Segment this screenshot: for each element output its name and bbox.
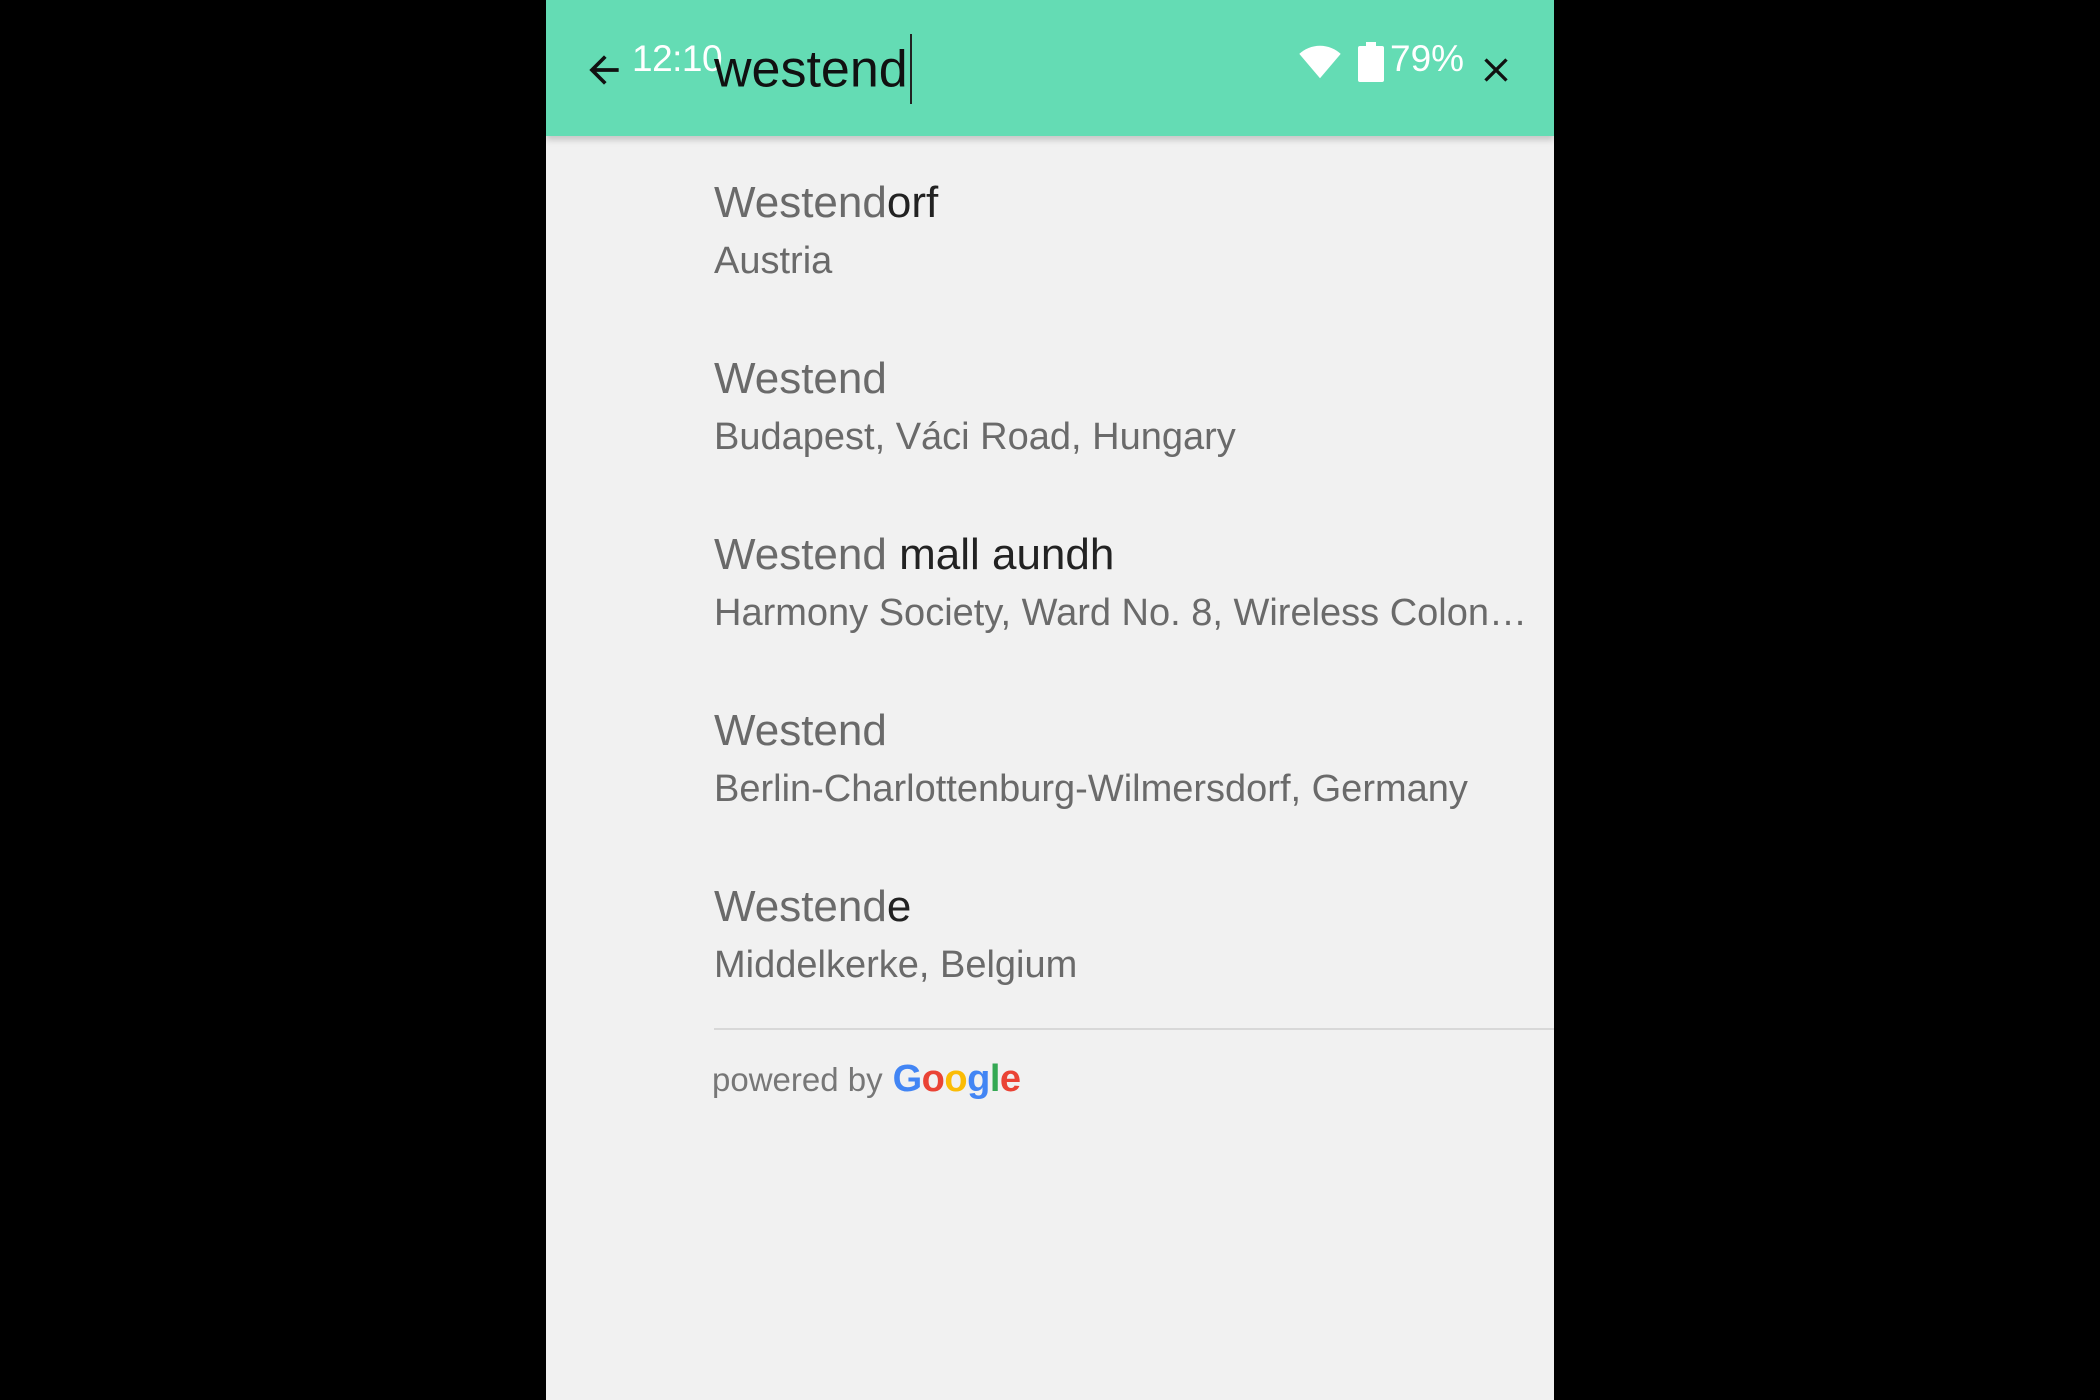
back-button[interactable]	[578, 44, 630, 96]
result-name: Westendorf	[714, 178, 938, 228]
clear-search-button[interactable]	[1470, 44, 1522, 96]
result-address: Harmony Society, Ward No. 8, Wireless Co…	[714, 592, 1528, 634]
google-letter: e	[999, 1058, 1021, 1100]
wifi-icon	[1299, 45, 1341, 79]
battery-icon	[1358, 42, 1384, 82]
google-letter: g	[967, 1058, 990, 1100]
result-name-rest: mall aundh	[886, 530, 1115, 579]
result-name: Westend	[714, 354, 887, 404]
search-query-text: westend	[714, 40, 908, 99]
result-address: Austria	[714, 240, 833, 282]
google-letter: o	[944, 1058, 968, 1100]
close-icon	[1484, 58, 1508, 82]
google-letter: l	[989, 1058, 1001, 1100]
status-time: 12:10	[632, 38, 723, 79]
result-name-rest: e	[886, 882, 912, 931]
result-name-matched: Westend	[714, 178, 887, 227]
result-item[interactable]: Westende Middelkerke, Belgium	[546, 840, 1554, 1016]
attribution-prefix: powered by	[712, 1061, 883, 1098]
powered-by-google: powered by Google	[712, 1058, 1021, 1101]
autocomplete-results: Westendorf Austria Westend Budapest, Vác…	[546, 136, 1554, 1016]
result-name-matched: Westend	[714, 530, 887, 579]
results-divider	[714, 1028, 1554, 1030]
result-item[interactable]: Westend Budapest, Váci Road, Hungary	[546, 312, 1554, 488]
text-caret	[909, 34, 912, 104]
result-address: Berlin-Charlottenburg-Wilmersdorf, Germa…	[714, 768, 1468, 810]
result-name: Westende	[714, 882, 911, 932]
arrow-back-icon	[589, 55, 619, 85]
search-toolbar: 12:10 westend 79%	[546, 0, 1554, 136]
result-item[interactable]: Westend mall aundh Harmony Society, Ward…	[546, 488, 1554, 664]
phone-screen: 12:10 westend 79% Westendorf Austria Wes…	[546, 0, 1554, 1400]
result-name: Westend	[714, 706, 887, 756]
google-logo: Google	[893, 1058, 1021, 1101]
result-name-matched: Westend	[714, 706, 887, 755]
result-name-matched: Westend	[714, 354, 887, 403]
google-letter: G	[892, 1058, 923, 1100]
battery-percent: 79%	[1390, 38, 1465, 79]
google-letter: o	[921, 1058, 945, 1100]
result-item[interactable]: Westendorf Austria	[546, 136, 1554, 312]
result-name-matched: Westend	[714, 882, 887, 931]
result-name-rest: orf	[886, 178, 939, 227]
search-input[interactable]: westend	[714, 34, 912, 108]
result-name: Westend mall aundh	[714, 530, 1114, 580]
result-item[interactable]: Westend Berlin-Charlottenburg-Wilmersdor…	[546, 664, 1554, 840]
result-address: Budapest, Váci Road, Hungary	[714, 416, 1236, 458]
result-address: Middelkerke, Belgium	[714, 944, 1078, 986]
